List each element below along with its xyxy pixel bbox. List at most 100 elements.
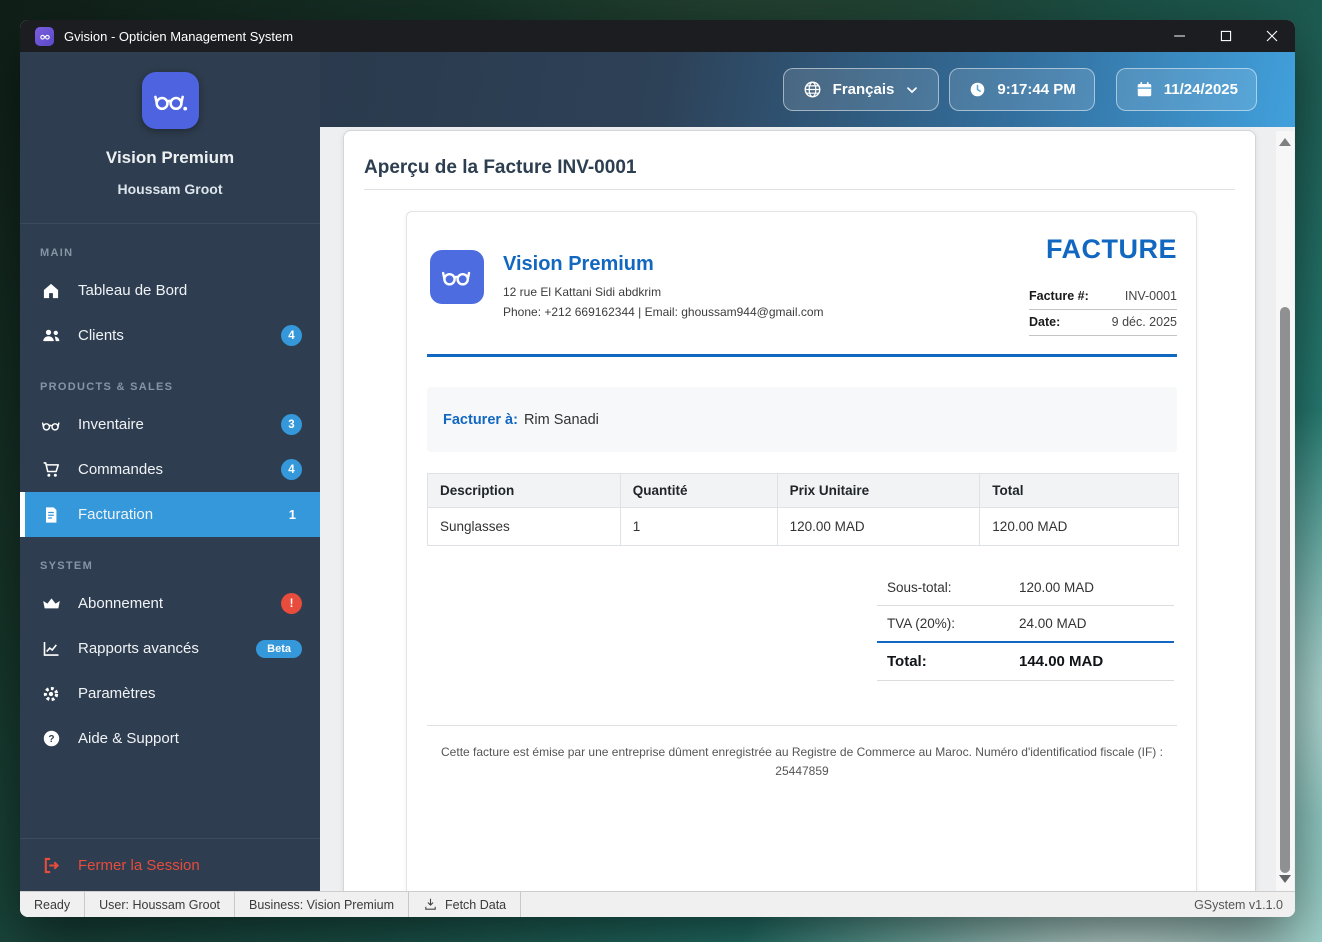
language-label: Français	[832, 81, 895, 98]
sidebar-item-label: Facturation	[78, 506, 154, 523]
beta-badge: Beta	[256, 639, 302, 658]
vertical-scrollbar[interactable]	[1276, 131, 1294, 891]
content-region: Aperçu de la Facture INV-0001 Vision Pre…	[320, 127, 1295, 891]
sidebar-item-commandes[interactable]: Commandes 4	[20, 447, 320, 492]
logout-label: Fermer la Session	[78, 856, 200, 874]
invoice-meta: Facture #: INV-0001 Date: 9 déc. 2025	[1029, 284, 1177, 336]
invoice-header-divider	[427, 354, 1177, 357]
subtotal-label: Sous-total:	[887, 580, 952, 595]
sidebar: Vision Premium Houssam Groot MAIN Tablea…	[20, 52, 320, 891]
date-widget[interactable]: 11/24/2025	[1115, 68, 1257, 111]
invoice-items-table: Description Quantité Prix Unitaire Total…	[427, 473, 1179, 546]
col-quantite: Quantité	[619, 473, 778, 508]
status-business: Business: Vision Premium	[235, 892, 409, 917]
cell-quantite: 1	[619, 507, 778, 546]
sidebar-section-products-sales: PRODUCTS & SALES	[40, 381, 174, 393]
abonnement-alert-badge: !	[281, 593, 302, 614]
close-button[interactable]	[1249, 20, 1295, 52]
sidebar-item-label: Inventaire	[78, 416, 144, 433]
logout-section: Fermer la Session	[20, 838, 320, 891]
date-label: 11/24/2025	[1163, 81, 1238, 98]
glasses-logo-icon	[154, 95, 188, 110]
invoice-company-address: 12 rue El Kattani Sidi abdkrim	[503, 285, 662, 299]
invoice-date-value: 9 déc. 2025	[1111, 315, 1177, 329]
help-icon: ?	[40, 728, 62, 750]
sidebar-item-tableau-de-bord[interactable]: Tableau de Bord	[20, 268, 320, 313]
col-description: Description	[427, 473, 621, 508]
invoice-number-row: Facture #: INV-0001	[1029, 284, 1177, 310]
invoice-footer-divider	[427, 725, 1177, 726]
sidebar-item-inventaire[interactable]: Inventaire 3	[20, 402, 320, 447]
svg-text:?: ?	[48, 734, 54, 745]
invoice-footer-note: Cette facture est émise par une entrepri…	[441, 745, 1163, 779]
sidebar-item-label: Clients	[78, 327, 124, 344]
status-ready: Ready	[20, 892, 86, 917]
invoice-company-contact: Phone: +212 669162344 | Email: ghoussam9…	[503, 305, 824, 319]
clock-widget[interactable]: 9:17:44 PM	[949, 68, 1095, 111]
app-window: Gvision - Opticien Management System Vis…	[20, 20, 1295, 917]
scroll-down-arrow-icon[interactable]	[1279, 875, 1291, 883]
close-icon	[1266, 30, 1278, 42]
topbar: Français 9:17:44 PM 11/24/2025	[320, 52, 1295, 127]
fetch-data-button[interactable]: Fetch Data	[409, 892, 522, 917]
col-prix-unitaire: Prix Unitaire	[776, 473, 981, 508]
sidebar-item-abonnement[interactable]: Abonnement !	[20, 581, 320, 626]
tva-label: TVA (20%):	[887, 616, 956, 631]
sidebar-item-label: Abonnement	[78, 595, 164, 612]
invoice-date-row: Date: 9 déc. 2025	[1029, 310, 1177, 336]
clock-icon	[971, 82, 985, 97]
bill-to-name: Rim Sanadi	[523, 411, 599, 428]
chevron-down-icon	[907, 86, 918, 93]
statusbar: Ready User: Houssam Groot Business: Visi…	[20, 891, 1295, 917]
tva-row: TVA (20%): 24.00 MAD	[877, 606, 1174, 643]
invoice-date-label: Date:	[1029, 315, 1061, 329]
invoice-preview-panel: Aperçu de la Facture INV-0001 Vision Pre…	[343, 130, 1256, 891]
window-controls	[1157, 20, 1295, 52]
maximize-icon	[1220, 30, 1232, 42]
calendar-icon	[1137, 82, 1151, 97]
sidebar-item-parametres[interactable]: Paramètres	[20, 671, 320, 716]
bill-to-box: Facturer à: Rim Sanadi	[427, 387, 1177, 452]
invoice-icon	[40, 504, 62, 526]
language-selector[interactable]: Français	[782, 68, 940, 111]
col-total: Total	[979, 473, 1179, 508]
table-header-row: Description Quantité Prix Unitaire Total	[427, 473, 1179, 508]
scrollbar-thumb[interactable]	[1280, 307, 1290, 873]
glasses-icon	[40, 414, 62, 436]
sidebar-item-label: Commandes	[78, 461, 164, 478]
subtotal-row: Sous-total: 120.00 MAD	[877, 570, 1174, 606]
gear-icon	[40, 683, 62, 705]
grand-total-row: Total: 144.00 MAD	[877, 643, 1174, 681]
sidebar-item-facturation[interactable]: Facturation 1	[20, 492, 320, 537]
sidebar-item-label: Paramètres	[78, 685, 156, 702]
business-logo	[141, 72, 199, 129]
titlebar[interactable]: Gvision - Opticien Management System	[20, 20, 1295, 52]
grand-total-label: Total:	[887, 653, 927, 670]
scroll-up-arrow-icon[interactable]	[1279, 138, 1291, 146]
invoice-number-value: INV-0001	[1124, 289, 1177, 303]
sidebar-item-aide-support[interactable]: ? Aide & Support	[20, 716, 320, 761]
bill-to-label: Facturer à:	[443, 411, 518, 428]
chart-icon	[40, 638, 62, 660]
commandes-count-badge: 4	[281, 459, 302, 480]
sidebar-item-label: Aide & Support	[78, 730, 179, 747]
tva-value: 24.00 MAD	[1019, 616, 1087, 631]
desktop-background: Gvision - Opticien Management System Vis…	[0, 0, 1322, 942]
sidebar-item-label: Tableau de Bord	[78, 282, 188, 299]
cart-icon	[40, 459, 62, 481]
logout-button[interactable]: Fermer la Session	[20, 839, 320, 891]
home-icon	[40, 280, 62, 302]
maximize-button[interactable]	[1203, 20, 1249, 52]
title-divider	[364, 189, 1235, 190]
sidebar-item-rapports-avances[interactable]: Rapports avancés Beta	[20, 626, 320, 671]
cell-total: 120.00 MAD	[979, 507, 1179, 546]
status-user: User: Houssam Groot	[85, 892, 236, 917]
sidebar-item-clients[interactable]: Clients 4	[20, 313, 320, 358]
grand-total-value: 144.00 MAD	[1019, 653, 1104, 670]
minimize-button[interactable]	[1157, 20, 1203, 52]
inventaire-count-badge: 3	[281, 414, 302, 435]
cell-prix-unitaire: 120.00 MAD	[776, 507, 981, 546]
sidebar-business-name: Vision Premium	[105, 148, 235, 167]
sidebar-section-system: SYSTEM	[40, 560, 94, 572]
invoice-doc-title: FACTURE	[1046, 234, 1177, 264]
